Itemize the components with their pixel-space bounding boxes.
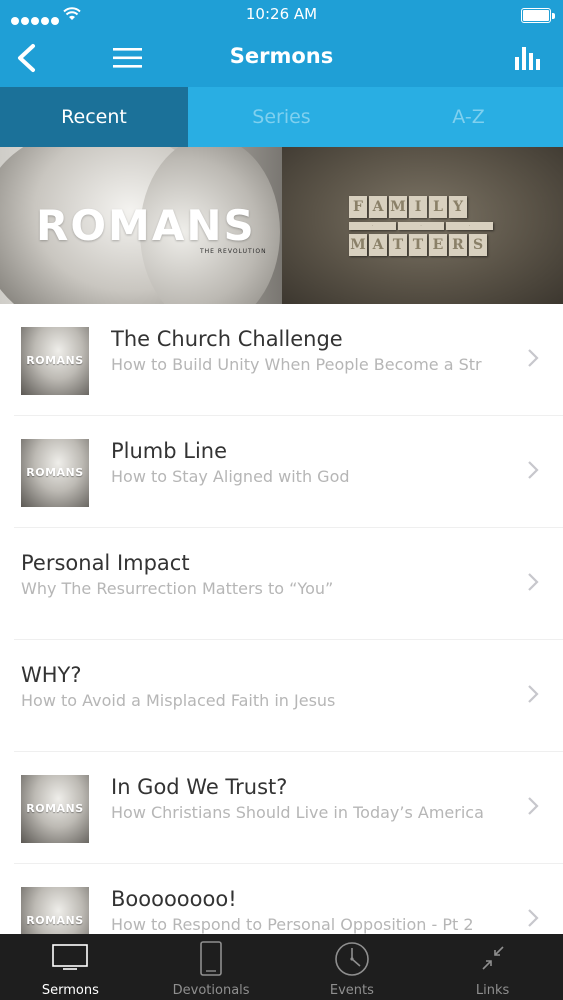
tablet-icon: [200, 941, 222, 976]
sermon-thumbnail: ROMANS: [21, 327, 89, 395]
list-item[interactable]: WHY? How to Avoid a Misplaced Faith in J…: [14, 640, 563, 752]
tabbar-item-links[interactable]: Links: [422, 934, 563, 1000]
series-banners: ROMANS THE REVOLUTION FAMILY · · · MATTERS: [0, 147, 563, 304]
bottom-tab-bar: Sermons Devotionals Events Links: [0, 934, 563, 1000]
list-item[interactable]: ROMANS Plumb Line How to Stay Aligned wi…: [14, 416, 563, 528]
banner-subtitle-romans: THE REVOLUTION: [200, 248, 267, 255]
chevron-right-icon: [528, 685, 539, 703]
sermon-subtitle: How Christians Should Live in Today’s Am…: [111, 803, 484, 822]
list-item[interactable]: ROMANS The Church Challenge How to Build…: [14, 304, 563, 416]
status-bar: 10:26 AM: [0, 0, 563, 30]
page-title: Sermons: [229, 44, 334, 68]
chevron-right-icon: [528, 349, 539, 367]
sermon-subtitle: How to Avoid a Misplaced Faith in Jesus: [21, 691, 336, 710]
tab-a-z[interactable]: A-Z: [375, 87, 562, 147]
sermon-thumbnail: ROMANS: [21, 439, 89, 507]
tabbar-label: Events: [329, 983, 374, 998]
tabbar-item-sermons[interactable]: Sermons: [0, 934, 141, 1000]
segmented-tabs: Recent Series A-Z: [0, 87, 563, 147]
tabbar-label: Links: [475, 983, 510, 998]
romans-series-banner[interactable]: ROMANS THE REVOLUTION: [0, 147, 282, 304]
banner-title-romans: ROMANS: [36, 201, 256, 250]
tab-series[interactable]: Series: [188, 87, 375, 147]
tabbar-label: Sermons: [41, 983, 99, 998]
sermon-subtitle: How to Respond to Personal Opposition - …: [111, 915, 474, 934]
battery-icon: [521, 8, 555, 23]
bar-chart-icon[interactable]: [513, 45, 543, 71]
sermon-thumbnail: ROMANS: [21, 775, 89, 843]
nav-bar: Sermons: [0, 30, 563, 87]
sermon-title: The Church Challenge: [111, 327, 343, 351]
list-item[interactable]: Personal Impact Why The Resurrection Mat…: [14, 528, 563, 640]
status-time: 10:26 AM: [245, 5, 318, 23]
sermon-list: ROMANS The Church Challenge How to Build…: [0, 304, 563, 934]
list-item[interactable]: ROMANS In God We Trust? How Christians S…: [14, 752, 563, 864]
tab-recent[interactable]: Recent: [0, 87, 188, 147]
sermon-subtitle: How to Stay Aligned with God: [111, 467, 350, 486]
sermon-subtitle: Why The Resurrection Matters to “You”: [21, 579, 334, 598]
compress-arrows-icon: [482, 946, 504, 970]
chevron-right-icon: [528, 797, 539, 815]
sermon-title: Boooooooo!: [111, 887, 237, 911]
chevron-right-icon: [528, 573, 539, 591]
chevron-right-icon: [528, 461, 539, 479]
clock-icon: [335, 942, 369, 976]
sermon-subtitle: How to Build Unity When People Become a …: [111, 355, 482, 374]
tabbar-item-events[interactable]: Events: [282, 934, 423, 1000]
family-matters-logo: FAMILY · · · MATTERS: [348, 195, 494, 257]
family-matters-series-banner[interactable]: FAMILY · · · MATTERS: [282, 147, 563, 304]
sermon-thumbnail: ROMANS: [21, 887, 89, 934]
list-item[interactable]: ROMANS Boooooooo! How to Respond to Pers…: [14, 864, 563, 934]
tabbar-item-devotionals[interactable]: Devotionals: [141, 934, 282, 1000]
sermon-title: Plumb Line: [111, 439, 228, 463]
tabbar-label: Devotionals: [172, 983, 250, 998]
sermon-title: WHY?: [21, 663, 82, 687]
sermon-title: In God We Trust?: [111, 775, 288, 799]
sermon-title: Personal Impact: [21, 551, 190, 575]
tv-icon: [52, 944, 89, 970]
chevron-right-icon: [528, 909, 539, 927]
